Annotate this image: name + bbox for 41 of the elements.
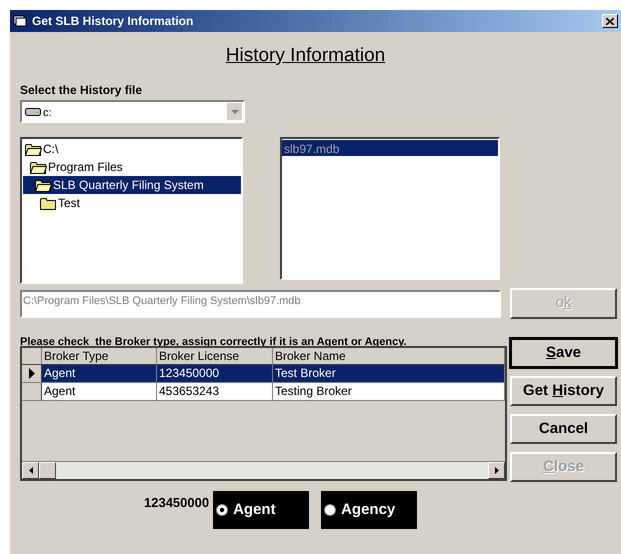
folder-item[interactable]: Test [57,194,82,212]
left-arrow-icon [28,467,32,474]
folder-item[interactable]: C:\ [42,140,60,158]
folder-item[interactable]: Program Files [47,158,125,176]
folder-tree[interactable]: C:\ Program Files SLB Quarterly Filing System Test [20,137,243,284]
app-icon [13,15,27,27]
window-title: Get SLB History Information [32,13,194,30]
broker-grid[interactable]: Broker Type Broker License Broker Name Agent 123450000 Test Broker Agent 453653243 Testing Broker [20,346,507,481]
scroll-right-button[interactable] [488,462,505,479]
drive-dropdown[interactable]: c: [20,100,245,123]
caret-icon [230,110,238,114]
scroll-left-button[interactable] [22,462,39,479]
close-icon [606,18,614,24]
file-list[interactable]: slb97.mdb [280,137,500,280]
license-number: 123450000 [144,494,210,512]
scroll-thumb[interactable] [39,462,56,479]
action-button[interactable]: Get History [510,376,617,406]
table-row[interactable]: Agent 123450000 Test Broker [42,365,505,382]
row-pointer-icon [28,368,34,379]
select-label: Select the History file [20,83,142,97]
close-button[interactable] [602,14,618,28]
broker-type-radio[interactable]: Agent [213,491,310,529]
dropdown-arrow-button[interactable] [226,102,243,121]
drive-value: c: [43,106,52,121]
action-button[interactable]: Cancel [510,414,617,444]
column-header[interactable]: Broker Type [42,348,157,364]
drive-icon [25,106,41,116]
table-cell: Testing Broker [273,383,505,400]
action-button[interactable]: Save [510,338,617,368]
heading: History Information [226,44,386,68]
table-cell: Test Broker [273,365,505,382]
table-cell: Agent [42,383,157,400]
table-cell: 453653243 [157,383,273,400]
table-cell: 123450000 [157,365,273,382]
table-row[interactable]: Agent 453653243 Testing Broker [42,383,505,400]
right-arrow-icon [494,467,498,474]
table-cell: Agent [42,365,157,382]
column-header[interactable]: Broker License [157,348,273,364]
broker-type-radio[interactable]: Agency [321,491,418,529]
column-header[interactable]: Broker Name [273,348,505,364]
file-item[interactable]: slb97.mdb [282,140,498,156]
